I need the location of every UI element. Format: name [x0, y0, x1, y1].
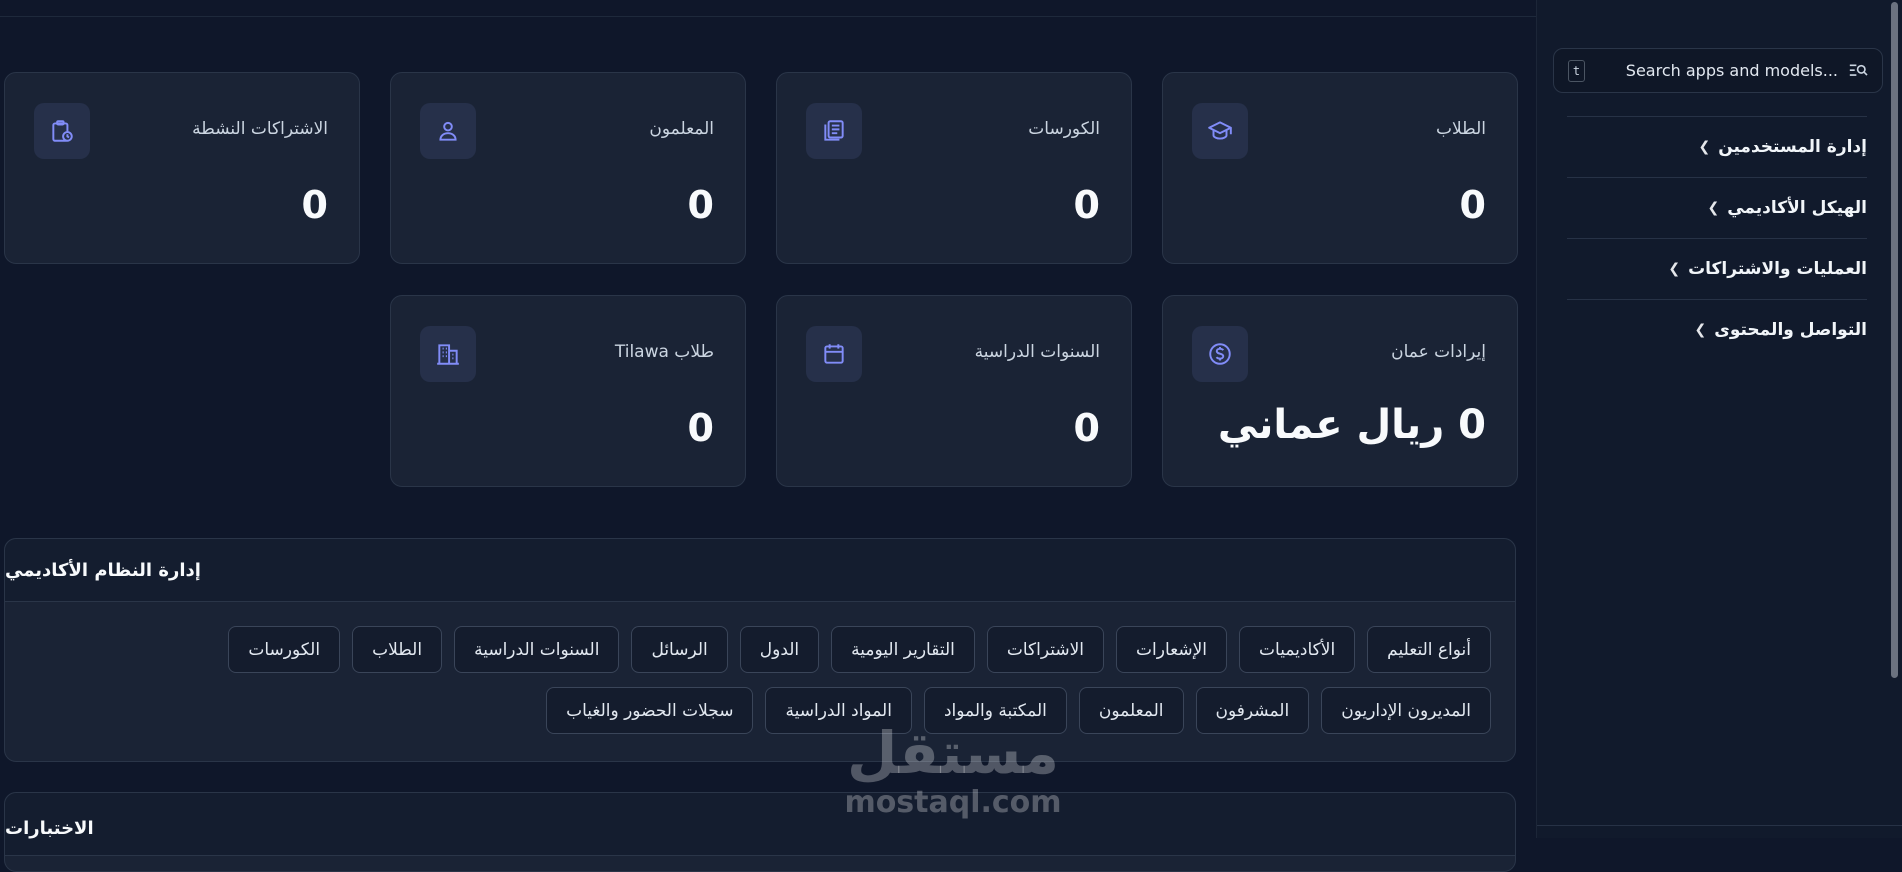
stat-card-teachers[interactable]: المعلمون 0 — [390, 72, 746, 264]
calendar-icon — [806, 326, 862, 382]
link-education-types[interactable]: أنواع التعليم — [1367, 626, 1491, 673]
stat-card-students[interactable]: الطلاب 0 — [1162, 72, 1518, 264]
clipboard-clock-icon — [34, 103, 90, 159]
dollar-circle-icon — [1192, 326, 1248, 382]
chevron-left-icon: ❮ — [1698, 139, 1711, 155]
search-shortcut-key: t — [1568, 59, 1585, 82]
search-list-icon — [1848, 61, 1868, 81]
documents-icon — [806, 103, 862, 159]
exams-panel: الاختبارات — [4, 792, 1516, 872]
sidebar-item-label: إدارة المستخدمين — [1718, 137, 1867, 157]
quick-links: أنواع التعليم الأكاديميات الإشعارات الاش… — [5, 602, 1515, 734]
quick-links-row: المديرون الإداريون المشرفون المعلمون الم… — [29, 687, 1491, 734]
link-daily-reports[interactable]: التقارير اليومية — [831, 626, 975, 673]
stat-label: الكورسات — [1028, 119, 1100, 139]
stat-value: 0 ريال عماني — [1217, 402, 1486, 448]
stat-card-tilawa-students[interactable]: طلاب Tilawa 0 — [390, 295, 746, 487]
panel-title: الاختبارات — [5, 793, 1515, 856]
sidebar: t Search apps and models... ❮ إدارة المس… — [1536, 0, 1902, 838]
search-placeholder: Search apps and models... — [1625, 61, 1838, 80]
sidebar-item-communication-content[interactable]: ❮ التواصل والمحتوى — [1567, 299, 1867, 360]
academic-system-panel: إدارة النظام الأكاديمي أنواع التعليم الأ… — [4, 538, 1516, 762]
stat-label: طلاب Tilawa — [614, 342, 714, 362]
link-library-materials[interactable]: المكتبة والمواد — [923, 687, 1067, 734]
link-teachers[interactable]: المعلمون — [1078, 687, 1184, 734]
stat-value: 0 — [301, 183, 328, 227]
stat-value: 0 — [687, 406, 714, 450]
stat-label: إيرادات عمان — [1391, 342, 1486, 362]
stat-value: 0 — [1073, 406, 1100, 450]
chevron-left-icon: ❮ — [1694, 322, 1707, 338]
main-content: الطلاب 0 الكورسات 0 المعلمون 0 الاشتراكا… — [0, 0, 1536, 872]
link-students[interactable]: الطلاب — [352, 626, 443, 673]
link-messages[interactable]: الرسائل — [631, 626, 728, 673]
stat-label: الطلاب — [1436, 119, 1486, 139]
user-icon — [420, 103, 476, 159]
stat-card-oman-revenue[interactable]: إيرادات عمان 0 ريال عماني — [1162, 295, 1518, 487]
graduation-cap-icon — [1192, 103, 1248, 159]
sidebar-scrollbar[interactable] — [1891, 2, 1898, 678]
search-content: Search apps and models... — [1626, 61, 1868, 81]
link-subjects[interactable]: المواد الدراسية — [765, 687, 912, 734]
quick-links-row: أنواع التعليم الأكاديميات الإشعارات الاش… — [29, 626, 1491, 673]
stat-label: السنوات الدراسية — [974, 342, 1100, 362]
stat-label: المعلمون — [649, 119, 714, 139]
sidebar-item-label: التواصل والمحتوى — [1714, 320, 1867, 340]
sidebar-item-label: الهيكل الأكاديمي — [1727, 198, 1867, 218]
stat-value: 0 — [687, 183, 714, 227]
sidebar-item-label: العمليات والاشتراكات — [1688, 259, 1867, 279]
panel-title: إدارة النظام الأكاديمي — [5, 539, 1515, 602]
link-courses[interactable]: الكورسات — [228, 626, 341, 673]
chevron-left-icon: ❮ — [1707, 200, 1720, 216]
search-input[interactable]: t Search apps and models... — [1553, 48, 1883, 93]
sidebar-divider — [1537, 825, 1902, 826]
link-notifications[interactable]: الإشعارات — [1116, 626, 1228, 673]
stat-card-academic-years[interactable]: السنوات الدراسية 0 — [776, 295, 1132, 487]
stat-label: الاشتراكات النشطة — [192, 119, 328, 139]
chevron-left-icon: ❮ — [1668, 261, 1681, 277]
link-admin-managers[interactable]: المديرون الإداريون — [1321, 687, 1491, 734]
link-academies[interactable]: الأكاديميات — [1239, 626, 1356, 673]
link-attendance-records[interactable]: سجلات الحضور والغياب — [546, 687, 754, 734]
sidebar-item-user-management[interactable]: ❮ إدارة المستخدمين — [1567, 116, 1867, 177]
stat-card-active-subscriptions[interactable]: الاشتراكات النشطة 0 — [4, 72, 360, 264]
building-icon — [420, 326, 476, 382]
link-supervisors[interactable]: المشرفون — [1195, 687, 1310, 734]
link-countries[interactable]: الدول — [739, 626, 820, 673]
stat-card-courses[interactable]: الكورسات 0 — [776, 72, 1132, 264]
sidebar-item-operations-subscriptions[interactable]: ❮ العمليات والاشتراكات — [1567, 238, 1867, 299]
sidebar-item-academic-structure[interactable]: ❮ الهيكل الأكاديمي — [1567, 177, 1867, 238]
stat-value: 0 — [1073, 183, 1100, 227]
sidebar-nav: ❮ إدارة المستخدمين ❮ الهيكل الأكاديمي ❮ … — [1567, 116, 1867, 360]
link-academic-years[interactable]: السنوات الدراسية — [454, 626, 620, 673]
stat-value: 0 — [1459, 183, 1486, 227]
link-subscriptions[interactable]: الاشتراكات — [986, 626, 1105, 673]
